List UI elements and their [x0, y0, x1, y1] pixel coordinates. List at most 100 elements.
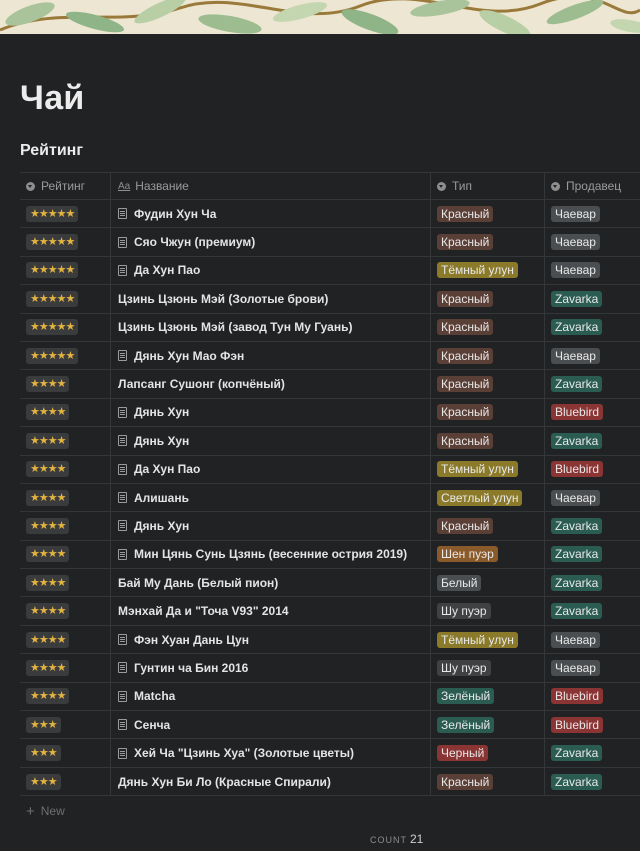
seller-cell[interactable]: Zavarka [545, 512, 640, 539]
rating-cell[interactable]: ★★★ [20, 739, 111, 767]
seller-cell[interactable]: Чаевар [545, 342, 640, 369]
type-cell[interactable]: Красный [431, 512, 545, 540]
table-row[interactable]: ★★★★ Мин Цянь Сунь Цзянь (весенние острия… [20, 540, 640, 570]
rating-cell[interactable]: ★★★★ [20, 569, 111, 597]
name-cell[interactable]: Matcha [111, 682, 431, 711]
type-cell[interactable]: Тёмный улун [431, 256, 545, 285]
table-row[interactable]: ★★★★ Лапсанг Сушонг (копчёный) Красный Zava… [20, 370, 640, 399]
table-row[interactable]: ★★★★★ Цзинь Цзюнь Мэй (Золотые брови) Крас… [20, 285, 640, 314]
table-row[interactable]: ★★★ Сенча Зелёный Bluebird [20, 711, 640, 740]
table-row[interactable]: ★★★★ Дянь Хун Красный Zavarka [20, 512, 640, 541]
seller-cell[interactable]: Чаевар [545, 200, 640, 227]
name-cell[interactable]: Бай Му Дань (Белый пион) [111, 569, 431, 597]
column-header-name[interactable]: Aa Название [111, 173, 431, 199]
count-summary[interactable]: COUNT 21 [370, 832, 423, 846]
table-row[interactable]: ★★★★ Алишань Светлый улун Чаевар [20, 483, 640, 513]
name-cell[interactable]: Алишань [111, 483, 431, 512]
rating-cell[interactable]: ★★★★★ [20, 285, 111, 313]
name-cell[interactable]: Гунтин ча Бин 2016 [111, 654, 431, 682]
rating-cell[interactable]: ★★★★ [20, 370, 111, 398]
type-cell[interactable]: Красный [431, 200, 545, 228]
type-cell[interactable]: Тёмный улун [431, 455, 545, 483]
type-cell[interactable]: Светлый улун [431, 483, 545, 512]
table-row[interactable]: ★★★★ Гунтин ча Бин 2016 Шу пуэр Чаевар [20, 654, 640, 683]
rating-cell[interactable]: ★★★★★ [20, 228, 111, 256]
type-cell[interactable]: Шен пуэр [431, 540, 545, 569]
rating-cell[interactable]: ★★★★★ [20, 256, 111, 285]
name-cell[interactable]: Цзинь Цзюнь Мэй (завод Тун Му Гуань) [111, 313, 431, 341]
type-cell[interactable]: Красный [431, 313, 545, 341]
type-cell[interactable]: Черный [431, 739, 545, 767]
table-row[interactable]: ★★★★ Дянь Хун Красный Bluebird [20, 398, 640, 428]
name-cell[interactable]: Фудин Хун Ча [111, 200, 431, 228]
seller-cell[interactable]: Zavarka [545, 541, 640, 568]
table-row[interactable]: ★★★★★ Цзинь Цзюнь Мэй (завод Тун Му Гуань… [20, 313, 640, 342]
seller-cell[interactable]: Bluebird [545, 399, 640, 426]
new-row-button[interactable]: + New [20, 796, 640, 826]
table-row[interactable]: ★★★★ Matcha Зелёный Bluebird [20, 682, 640, 712]
column-header-rating[interactable]: Рейтинг [20, 173, 111, 199]
type-cell[interactable]: Зелёный [431, 711, 545, 739]
seller-cell[interactable]: Zavarka [545, 314, 640, 341]
type-cell[interactable]: Тёмный улун [431, 625, 545, 654]
seller-cell[interactable]: Bluebird [545, 683, 640, 710]
type-cell[interactable]: Красный [431, 341, 545, 370]
name-cell[interactable]: Сяо Чжун (премиум) [111, 228, 431, 256]
rating-cell[interactable]: ★★★★★ [20, 313, 111, 341]
rating-cell[interactable]: ★★★★★ [20, 341, 111, 370]
type-cell[interactable]: Красный [431, 285, 545, 313]
type-cell[interactable]: Красный [431, 398, 545, 427]
name-cell[interactable]: Дянь Хун Мао Фэн [111, 341, 431, 370]
name-cell[interactable]: Лапсанг Сушонг (копчёный) [111, 370, 431, 398]
rating-cell[interactable]: ★★★★ [20, 398, 111, 427]
name-cell[interactable]: Дянь Хун [111, 427, 431, 455]
type-cell[interactable]: Красный [431, 427, 545, 455]
rating-cell[interactable]: ★★★★ [20, 682, 111, 711]
rating-cell[interactable]: ★★★★ [20, 455, 111, 483]
rating-cell[interactable]: ★★★★ [20, 483, 111, 512]
rating-cell[interactable]: ★★★★ [20, 597, 111, 625]
type-cell[interactable]: Красный [431, 767, 545, 796]
table-row[interactable]: ★★★★ Мэнхай Да и "Точа V93" 2014 Шу пуэр Za… [20, 597, 640, 626]
seller-cell[interactable]: Zavarka [545, 597, 640, 624]
page-title[interactable]: Чай [20, 74, 640, 122]
name-cell[interactable]: Да Хун Пао [111, 256, 431, 285]
table-row[interactable]: ★★★ Хей Ча "Цзинь Хуа" (Золотые цветы) Чер… [20, 739, 640, 768]
name-cell[interactable]: Дянь Хун [111, 512, 431, 540]
table-row[interactable]: ★★★★ Да Хун Пао Тёмный улун Bluebird [20, 455, 640, 484]
rating-cell[interactable]: ★★★★ [20, 427, 111, 455]
table-row[interactable]: ★★★★★ Фудин Хун Ча Красный Чаевар [20, 200, 640, 229]
seller-cell[interactable]: Bluebird [545, 711, 640, 738]
table-row[interactable]: ★★★★★ Дянь Хун Мао Фэн Красный Чаевар [20, 341, 640, 371]
name-cell[interactable]: Да Хун Пао [111, 455, 431, 483]
column-header-seller[interactable]: Продавец [545, 173, 640, 199]
rating-cell[interactable]: ★★★★ [20, 512, 111, 540]
table-row[interactable]: ★★★★★ Да Хун Пао Тёмный улун Чаевар [20, 256, 640, 286]
seller-cell[interactable]: Чаевар [545, 228, 640, 255]
name-cell[interactable]: Дянь Хун [111, 398, 431, 427]
name-cell[interactable]: Сенча [111, 711, 431, 739]
type-cell[interactable]: Красный [431, 228, 545, 256]
seller-cell[interactable]: Zavarka [545, 370, 640, 397]
seller-cell[interactable]: Чаевар [545, 257, 640, 284]
type-cell[interactable]: Шу пуэр [431, 654, 545, 682]
name-cell[interactable]: Цзинь Цзюнь Мэй (Золотые брови) [111, 285, 431, 313]
seller-cell[interactable]: Zavarka [545, 768, 640, 795]
seller-cell[interactable]: Zavarka [545, 569, 640, 596]
seller-cell[interactable]: Zavarka [545, 739, 640, 766]
rating-cell[interactable]: ★★★★ [20, 625, 111, 654]
view-title[interactable]: Рейтинг [20, 140, 640, 162]
table-row[interactable]: ★★★ Дянь Хун Би Ло (Красные Спирали) Красн… [20, 767, 640, 797]
rating-cell[interactable]: ★★★★ [20, 540, 111, 569]
type-cell[interactable]: Красный [431, 370, 545, 398]
name-cell[interactable]: Фэн Хуан Дань Цун [111, 625, 431, 654]
rating-cell[interactable]: ★★★ [20, 711, 111, 739]
rating-cell[interactable]: ★★★★ [20, 654, 111, 682]
name-cell[interactable]: Мэнхай Да и "Точа V93" 2014 [111, 597, 431, 625]
table-row[interactable]: ★★★★★ Сяо Чжун (премиум) Красный Чаевар [20, 228, 640, 257]
seller-cell[interactable]: Чаевар [545, 484, 640, 511]
rating-cell[interactable]: ★★★★★ [20, 200, 111, 228]
type-cell[interactable]: Белый [431, 569, 545, 597]
type-cell[interactable]: Зелёный [431, 682, 545, 711]
name-cell[interactable]: Дянь Хун Би Ло (Красные Спирали) [111, 767, 431, 796]
